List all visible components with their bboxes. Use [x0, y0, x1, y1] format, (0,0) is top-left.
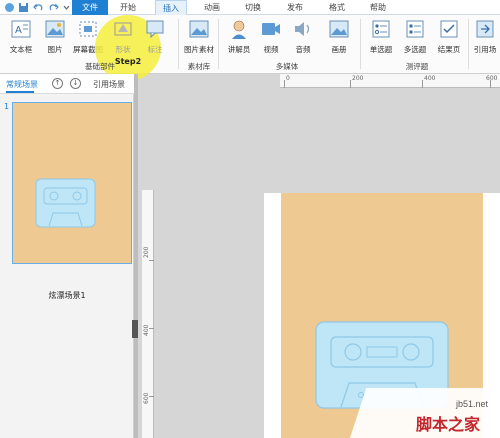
shape-button[interactable]: 形状	[106, 18, 140, 60]
save-icon[interactable]	[18, 2, 29, 13]
album-icon	[329, 20, 349, 38]
svg-text:A: A	[15, 25, 22, 36]
collapse-panel-handle[interactable]	[132, 320, 138, 338]
tab-file[interactable]: 文件	[72, 0, 108, 15]
shape-icon	[114, 22, 132, 36]
step-label: Step2	[114, 57, 142, 66]
textbox-button[interactable]: A 文本框	[4, 18, 38, 60]
narrator-icon	[232, 20, 246, 39]
move-down-icon[interactable]: ↓	[70, 78, 81, 89]
multi-choice-button[interactable]: 多选题	[398, 18, 432, 60]
tab-transition[interactable]: 切换	[237, 0, 269, 15]
customize-toolbar-icon[interactable]	[61, 2, 72, 13]
picture-library-icon	[189, 20, 209, 38]
picture-button[interactable]: 图片	[38, 18, 72, 60]
result-page-button[interactable]: 结果页	[432, 18, 466, 60]
group-label-multimedia: 多媒体	[275, 62, 299, 71]
watermark-brand: 脚本之家	[416, 415, 481, 434]
single-choice-button[interactable]: 单选题	[364, 18, 398, 60]
scene-panel: 常规场景 ↑ ↓ 引用场景 1 炫漂场景1	[0, 74, 134, 438]
cassette-icon	[35, 178, 96, 228]
narrator-button[interactable]: 讲解员	[222, 18, 256, 60]
undo-icon[interactable]	[33, 2, 44, 13]
active-tab-indicator	[6, 91, 34, 93]
textbox-icon: A	[11, 20, 31, 38]
reference-scene-button[interactable]: 引用场	[470, 18, 500, 60]
audio-button[interactable]: 音频	[286, 18, 320, 60]
speaker-icon	[295, 22, 310, 36]
video-icon	[262, 23, 280, 35]
move-up-icon[interactable]: ↑	[52, 78, 63, 89]
single-choice-icon	[372, 20, 390, 38]
vertical-ruler: 200 400 600	[142, 190, 154, 438]
group-label-quiz: 测评题	[405, 62, 429, 71]
group-label-library: 素材库	[187, 62, 211, 71]
tab-animation[interactable]: 动画	[196, 0, 228, 15]
menu-bar: 文件 开始 插入 动画 切换 发布 格式 帮助	[0, 0, 500, 15]
group-separator	[218, 19, 219, 69]
tab-reference-scenes[interactable]: 引用场景	[93, 79, 125, 90]
tab-publish[interactable]: 发布	[279, 0, 311, 15]
tab-regular-scenes[interactable]: 常规场景	[6, 79, 38, 90]
group-separator	[178, 19, 179, 69]
slide-caption: 炫漂场景1	[48, 291, 86, 300]
group-separator	[360, 19, 361, 69]
reference-scene-icon	[476, 20, 494, 38]
app-logo-icon	[4, 2, 15, 13]
album-button[interactable]: 画册	[322, 18, 356, 60]
tab-help[interactable]: 帮助	[362, 0, 394, 15]
scene-panel-header: 常规场景 ↑ ↓ 引用场景	[0, 74, 134, 94]
multi-choice-icon	[406, 20, 424, 38]
horizontal-ruler: 0 200 400 600	[280, 74, 500, 88]
tab-insert[interactable]: 插入	[155, 0, 187, 15]
picture-library-button[interactable]: 图片素材	[182, 18, 216, 60]
result-page-icon	[440, 20, 458, 38]
picture-icon	[45, 20, 65, 38]
video-button[interactable]: 视频	[254, 18, 288, 60]
tab-home[interactable]: 开始	[112, 0, 144, 15]
slide-number: 1	[4, 102, 10, 111]
tab-format[interactable]: 格式	[321, 0, 353, 15]
slide-thumbnail[interactable]	[12, 102, 132, 264]
watermark-site: jb51.net	[456, 399, 489, 409]
group-separator	[468, 19, 469, 69]
panel-splitter[interactable]	[134, 74, 138, 438]
ribbon: A 文本框 图片 屏幕截图 形状 标注 图片素材 讲解员 视频 音频 画册 单选…	[0, 15, 500, 81]
callout-icon	[146, 20, 164, 39]
callout-button[interactable]: 标注	[138, 18, 172, 60]
redo-icon[interactable]	[48, 2, 59, 13]
